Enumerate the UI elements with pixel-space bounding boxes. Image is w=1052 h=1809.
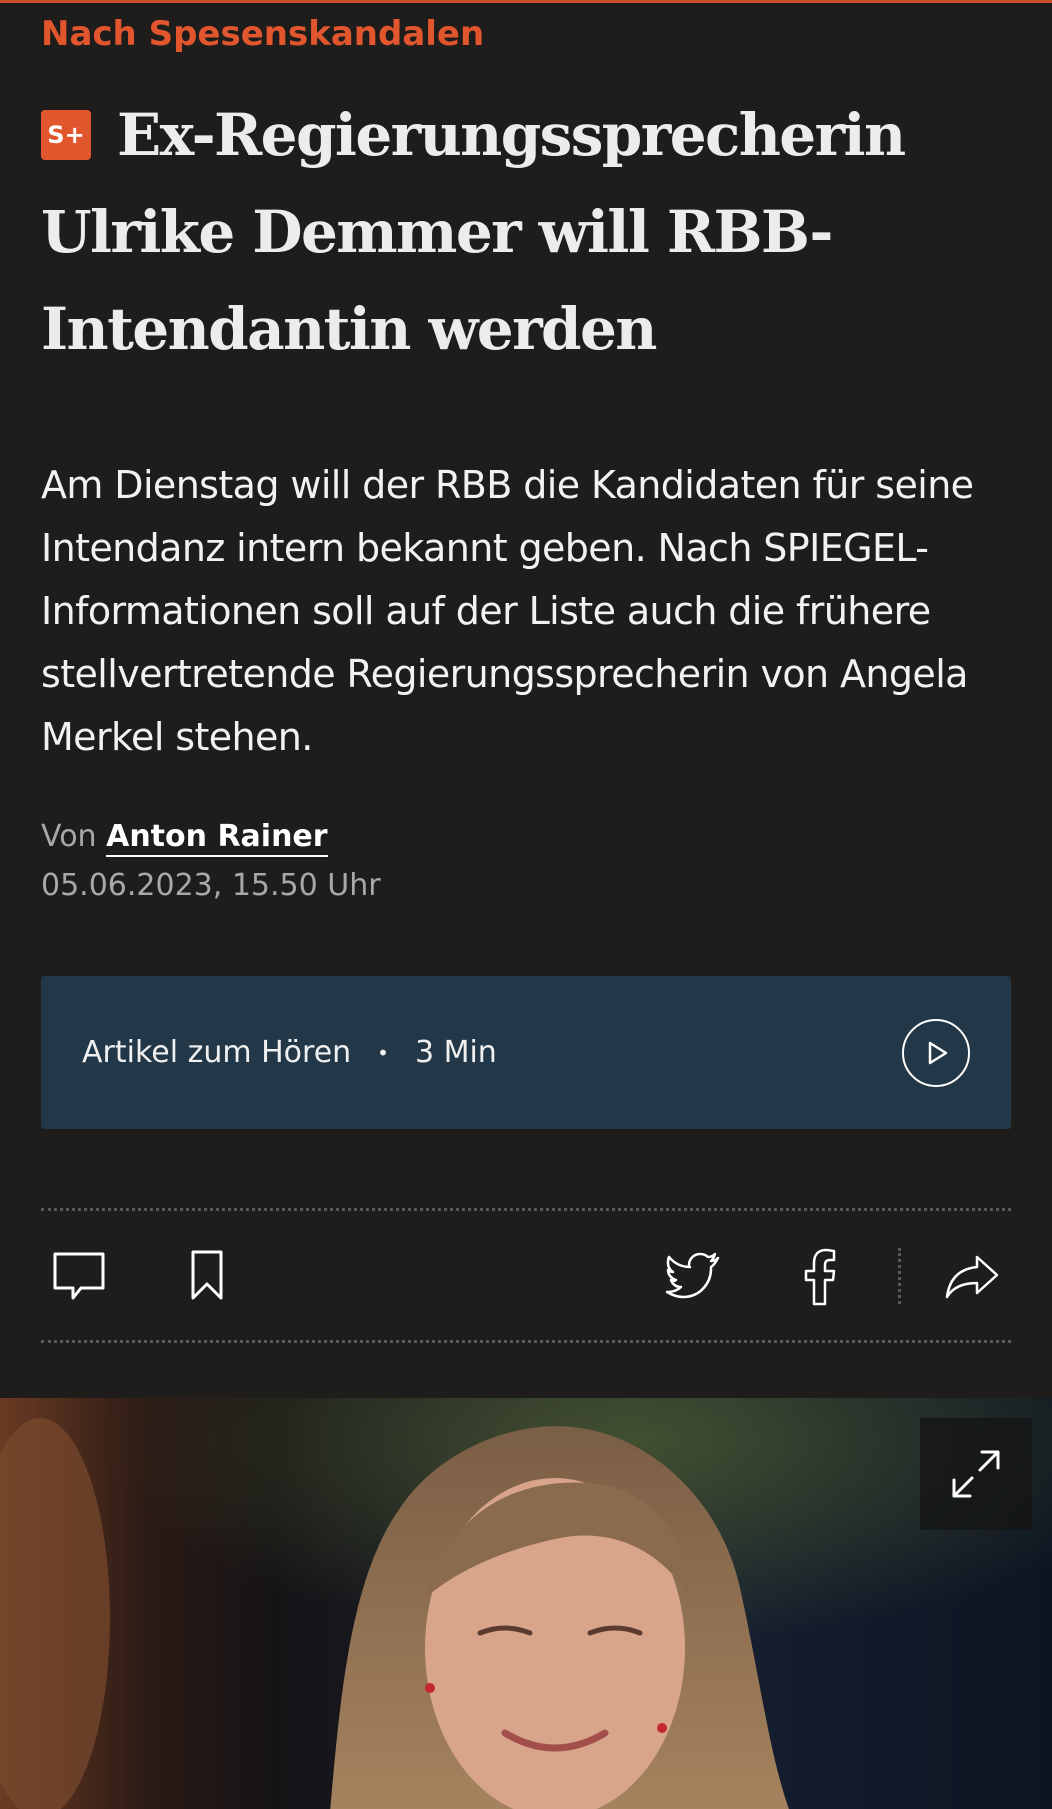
- portrait-illustration: [0, 1398, 1052, 1809]
- audio-separator: •: [377, 1040, 389, 1065]
- author-link[interactable]: Anton Rainer: [106, 819, 328, 857]
- audio-label: Artikel zum Hören: [82, 1035, 352, 1070]
- toolbar-divider-bottom: [41, 1340, 1011, 1343]
- facebook-icon: [804, 1248, 836, 1305]
- headline-text: Ex-Regierungssprecherin Ulrike Demmer wi…: [41, 101, 906, 363]
- facebook-share-button[interactable]: [802, 1246, 838, 1306]
- play-button[interactable]: [902, 1018, 970, 1087]
- spiegel-plus-badge: S+: [41, 110, 91, 160]
- twitter-share-button[interactable]: [664, 1251, 722, 1301]
- bookmark-icon: [191, 1250, 223, 1299]
- article-kicker[interactable]: Nach Spesenskandalen: [41, 3, 1011, 51]
- publish-date: 05.06.2023, 15.50 Uhr: [41, 868, 381, 903]
- comment-icon: [53, 1252, 105, 1299]
- byline: Von Anton Rainer: [41, 819, 1011, 857]
- article-photo[interactable]: [0, 1398, 1052, 1809]
- bookmark-button[interactable]: [187, 1248, 227, 1304]
- play-icon: [928, 1041, 948, 1064]
- toolbar-separator: [898, 1247, 901, 1304]
- article-page: Nach Spesenskandalen S+ Ex-Regierungsspre…: [0, 0, 1052, 1809]
- expand-icon: [952, 1450, 1000, 1498]
- article-toolbar: [41, 1211, 1011, 1340]
- share-button[interactable]: [943, 1251, 1001, 1301]
- twitter-icon: [665, 1252, 720, 1298]
- audio-player-bar[interactable]: Artikel zum Hören • 3 Min: [41, 976, 1011, 1129]
- audio-duration: 3 Min: [414, 1035, 497, 1070]
- article-header: Nach Spesenskandalen S+ Ex-Regierungsspre…: [0, 3, 1052, 1343]
- article-teaser: Am Dienstag will der RBB die Kandidaten …: [41, 463, 974, 759]
- expand-image-button[interactable]: [920, 1418, 1032, 1530]
- share-icon: [945, 1255, 999, 1298]
- article-headline: S+ Ex-Regierungssprecherin Ulrike Demmer …: [41, 87, 1011, 378]
- comment-button[interactable]: [51, 1250, 107, 1302]
- byline-prefix: Von: [41, 819, 97, 854]
